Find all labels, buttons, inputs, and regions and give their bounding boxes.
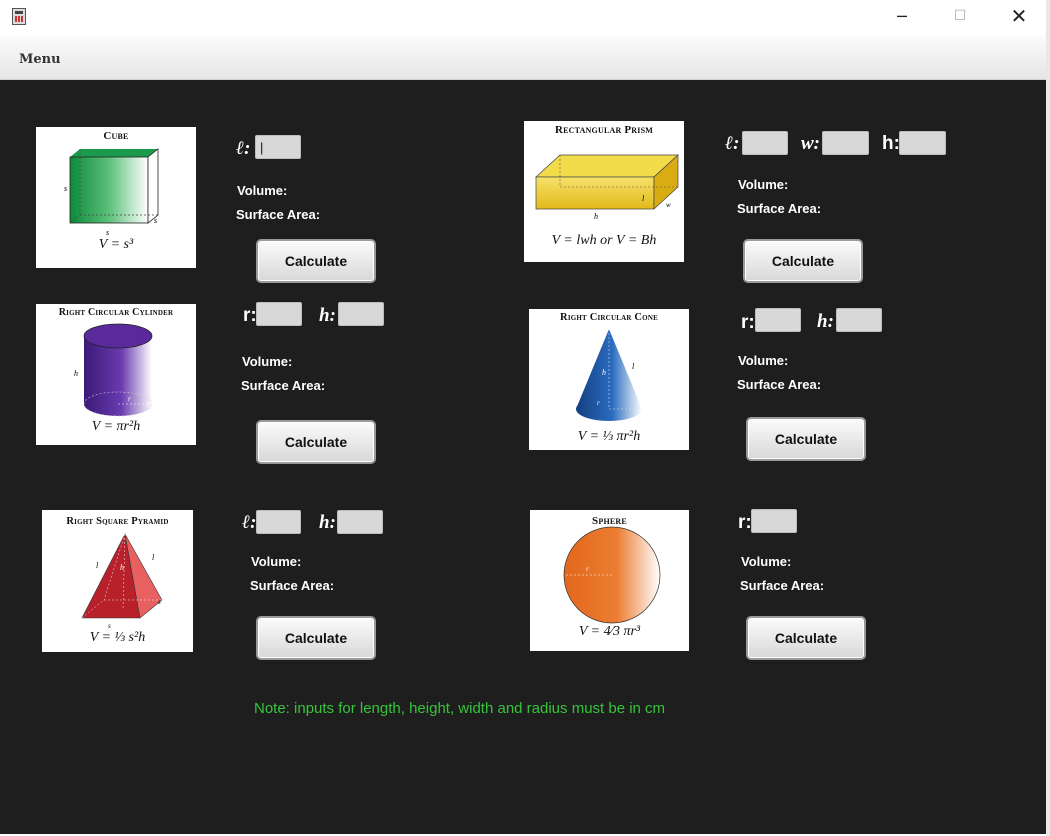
cube-formula: V = s³ [98, 237, 134, 252]
cone-volume-label: Volume: [738, 353, 789, 368]
close-button[interactable]: ✕ [990, 0, 1048, 32]
sphere-calculate-button[interactable]: Calculate [746, 616, 866, 660]
svg-text:s: s [108, 622, 111, 630]
cylinder-radius-input[interactable] [256, 302, 302, 326]
svg-text:s: s [158, 598, 161, 606]
svg-text:h: h [74, 369, 78, 378]
cylinder-formula: V = πr²h [91, 419, 141, 434]
cone-radius-label: r: [741, 312, 755, 333]
prism-length-label: ℓ: [725, 133, 740, 154]
svg-text:l: l [632, 362, 635, 371]
prism-width-input[interactable] [822, 131, 869, 155]
svg-text:s: s [154, 216, 157, 225]
svg-text:w: w [666, 201, 671, 209]
prism-height-label: h: [882, 133, 900, 154]
cone-formula: V = ⅓ πr²h [577, 429, 641, 444]
svg-text:r: r [586, 565, 589, 573]
cone-image: Right Circular Cone h l r V = ⅓ πr²h [529, 309, 689, 450]
cylinder-image: Right Circular Cylinder h r V = πr²h [36, 304, 196, 445]
svg-text:l: l [152, 553, 155, 562]
svg-text:h: h [594, 212, 598, 221]
pyramid-height-input[interactable] [337, 510, 383, 534]
cone-radius-input[interactable] [755, 308, 801, 332]
sphere-radius-label: r: [738, 512, 752, 533]
calculator-icon [12, 8, 26, 25]
cylinder-height-input[interactable] [338, 302, 384, 326]
pyramid-volume-label: Volume: [251, 554, 302, 569]
pyramid-surface-area-label: Surface Area: [250, 578, 335, 593]
cone-height-label: h: [817, 311, 834, 332]
prism-volume-label: Volume: [738, 177, 789, 192]
pyramid-formula: V = ⅓ s²h [89, 630, 146, 645]
svg-text:r: r [597, 399, 600, 407]
prism-width-label: w: [801, 133, 820, 154]
prism-height-input[interactable] [899, 131, 946, 155]
pyramid-image: Right Square Pyramid l h l s s V = ⅓ s²h [42, 510, 193, 652]
prism-calculate-button[interactable]: Calculate [743, 239, 863, 283]
svg-text:r: r [128, 395, 131, 403]
units-note: Note: inputs for length, height, width a… [254, 700, 666, 717]
cube-volume-label: Volume: [237, 183, 288, 198]
sphere-formula: V = 4⁄3 πr³ [578, 624, 641, 639]
prism-length-input[interactable] [742, 131, 788, 155]
svg-text:s: s [64, 184, 67, 193]
svg-text:l: l [96, 561, 99, 570]
cube-calculate-button[interactable]: Calculate [256, 239, 376, 283]
svg-text:h: h [120, 563, 124, 572]
maximize-button[interactable]: ☐ [931, 0, 989, 32]
pyramid-length-label: ℓ: [242, 512, 257, 533]
sphere-image: Sphere r V = 4⁄3 πr³ [530, 510, 689, 651]
prism-image: Rectangular Prism h l w V = lwh or V = B… [524, 121, 684, 262]
svg-text:s: s [106, 228, 109, 237]
title-bar: ─ ☐ ✕ [0, 0, 1050, 36]
cone-height-input[interactable] [836, 308, 882, 332]
sphere-volume-label: Volume: [741, 554, 792, 569]
pyramid-length-input[interactable] [256, 510, 301, 534]
svg-text:h: h [602, 368, 606, 377]
cylinder-volume-label: Volume: [242, 354, 293, 369]
cylinder-calculate-button[interactable]: Calculate [256, 420, 376, 464]
cylinder-radius-label: r: [243, 305, 257, 326]
prism-surface-area-label: Surface Area: [737, 201, 822, 216]
sphere-surface-area-label: Surface Area: [740, 578, 825, 593]
cube-length-input[interactable] [255, 135, 301, 159]
cone-calculate-button[interactable]: Calculate [746, 417, 866, 461]
cylinder-height-label: h: [319, 305, 336, 326]
pyramid-height-label: h: [319, 512, 336, 533]
sphere-radius-input[interactable] [751, 509, 797, 533]
cube-surface-area-label: Surface Area: [236, 207, 321, 222]
menu-item-menu[interactable]: Menu [19, 52, 61, 67]
cylinder-surface-area-label: Surface Area: [241, 378, 326, 393]
pyramid-calculate-button[interactable]: Calculate [256, 616, 376, 660]
cone-surface-area-label: Surface Area: [737, 377, 822, 392]
cube-image: Cube s s s V = s³ [36, 127, 196, 268]
menu-bar: Menu [0, 36, 1050, 80]
cube-length-label: ℓ: [236, 138, 251, 159]
minimize-button[interactable]: ─ [873, 0, 931, 32]
window-edge [1046, 0, 1050, 836]
prism-formula: V = lwh or V = Bh [551, 233, 657, 248]
